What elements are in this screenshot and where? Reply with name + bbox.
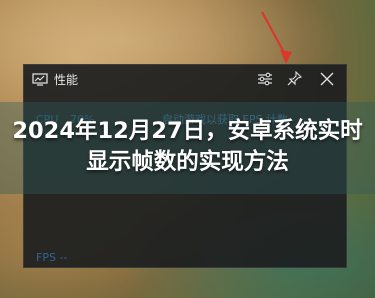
article-headline: 2024年12月27日，安卓系统实时显示帧数的实现方法 bbox=[12, 118, 363, 175]
fps-readout: FPS -- bbox=[36, 251, 68, 264]
performance-icon bbox=[32, 73, 48, 86]
settings-icon[interactable] bbox=[256, 71, 274, 87]
close-icon[interactable] bbox=[318, 71, 336, 87]
widget-title: 性能 bbox=[54, 72, 79, 87]
widget-titlebar: 性能 bbox=[24, 65, 346, 93]
pin-icon[interactable] bbox=[286, 71, 304, 87]
